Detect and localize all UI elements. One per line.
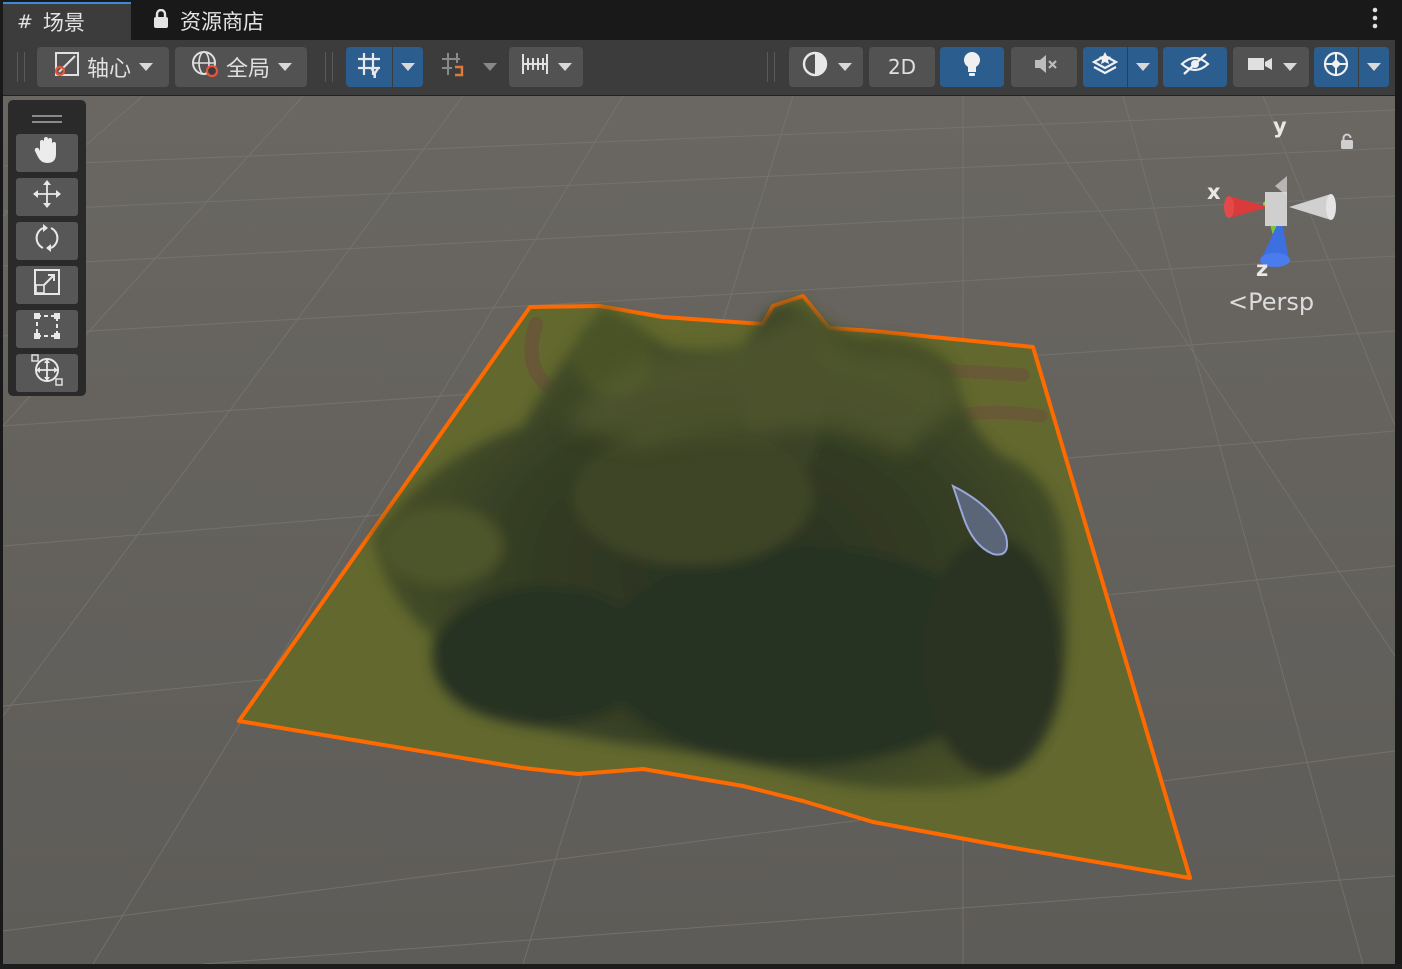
chevron-down-icon [1283, 63, 1297, 71]
increment-snap-icon [520, 50, 550, 84]
grid-snap-menu[interactable] [393, 47, 423, 87]
grid-visibility-menu[interactable] [477, 47, 503, 87]
overlay-drag-handle[interactable] [32, 109, 62, 123]
grid-snap-toggle[interactable]: Y [346, 47, 392, 87]
transform-tool-icon [31, 354, 63, 392]
pivot-dropdown[interactable]: 轴心 [37, 47, 169, 87]
toggle-2d-label: 2D [887, 55, 917, 79]
tab-asset-store-label: 资源商店 [180, 10, 264, 34]
camera-dropdown[interactable] [1233, 47, 1309, 87]
shading-mode-dropdown[interactable] [789, 47, 863, 87]
rotate-tool-icon [32, 223, 62, 259]
gizmo-axis-z-label: z [1256, 257, 1269, 281]
rect-tool-icon [32, 311, 62, 347]
toolbar-grip[interactable] [17, 52, 25, 82]
rotate-tool-button[interactable] [16, 222, 78, 260]
chevron-down-icon [1367, 63, 1381, 71]
tab-scene-label: 场景 [42, 11, 85, 35]
chevron-down-icon [401, 63, 415, 71]
increment-snap-dropdown[interactable] [509, 47, 583, 87]
chevron-down-icon [1136, 63, 1150, 71]
shading-mode-icon [800, 49, 830, 85]
grid-snap-icon: Y [354, 49, 384, 85]
scene-viewport[interactable]: y x z [3, 96, 1395, 964]
hand-tool-icon [33, 135, 61, 171]
transform-tool-button[interactable] [16, 354, 78, 392]
globe-icon [190, 49, 220, 85]
gizmos-menu[interactable] [1359, 47, 1389, 87]
tab-bar: # 场景 资源商店 [0, 0, 1402, 40]
chevron-left-icon: < [1228, 288, 1249, 316]
effects-toggle[interactable] [1083, 47, 1127, 87]
chevron-down-icon [278, 63, 292, 71]
effects-menu[interactable] [1128, 47, 1158, 87]
chevron-down-icon [483, 63, 497, 71]
audio-mute-icon [1029, 50, 1059, 84]
lighting-toggle[interactable] [940, 47, 1004, 87]
gizmos-toggle[interactable] [1314, 47, 1358, 87]
scale-tool-icon [32, 267, 62, 303]
grid-visibility-toggle[interactable] [430, 47, 476, 87]
chevron-down-icon [139, 63, 153, 71]
hidden-objects-toggle[interactable] [1163, 47, 1227, 87]
gizmos-icon [1321, 49, 1351, 85]
toggle-2d-button[interactable]: 2D [869, 47, 935, 87]
projection-label: Persp [1248, 288, 1315, 316]
global-label: 全局 [225, 57, 270, 82]
pivot-icon [53, 50, 81, 84]
move-tool-button[interactable] [16, 178, 78, 216]
tab-scene[interactable]: # 场景 [3, 2, 131, 40]
camera-icon [1245, 52, 1275, 82]
tools-overlay [8, 100, 86, 396]
chevron-down-icon [838, 63, 852, 71]
hidden-objects-icon [1179, 51, 1211, 83]
lighting-icon [960, 49, 984, 85]
scale-tool-button[interactable] [16, 266, 78, 304]
scene-render [3, 96, 1395, 964]
rect-tool-button[interactable] [16, 310, 78, 348]
global-dropdown[interactable]: 全局 [175, 47, 307, 87]
grid-visibility-icon [438, 49, 468, 85]
effects-icon [1090, 49, 1120, 85]
scene-toolbar: 轴心 全局 Y 2D [3, 40, 1395, 96]
audio-toggle[interactable] [1011, 47, 1077, 87]
gizmo-axis-y-label: y [1273, 114, 1287, 138]
bottom-border [0, 964, 1402, 969]
chevron-down-icon [558, 63, 572, 71]
toolbar-grip[interactable] [767, 52, 775, 82]
scene-grid-icon: # [17, 11, 33, 33]
svg-text:Y: Y [369, 67, 380, 79]
move-tool-icon [31, 178, 63, 216]
gizmo-axis-x-label: x [1207, 180, 1221, 204]
projection-toggle[interactable]: <Persp [1228, 288, 1314, 316]
pivot-label: 轴心 [86, 57, 131, 82]
lock-icon [152, 8, 170, 34]
more-menu-icon[interactable] [1372, 6, 1378, 36]
toolbar-grip[interactable] [325, 52, 333, 82]
hand-tool-button[interactable] [16, 134, 78, 172]
tab-asset-store[interactable]: 资源商店 [152, 2, 264, 40]
